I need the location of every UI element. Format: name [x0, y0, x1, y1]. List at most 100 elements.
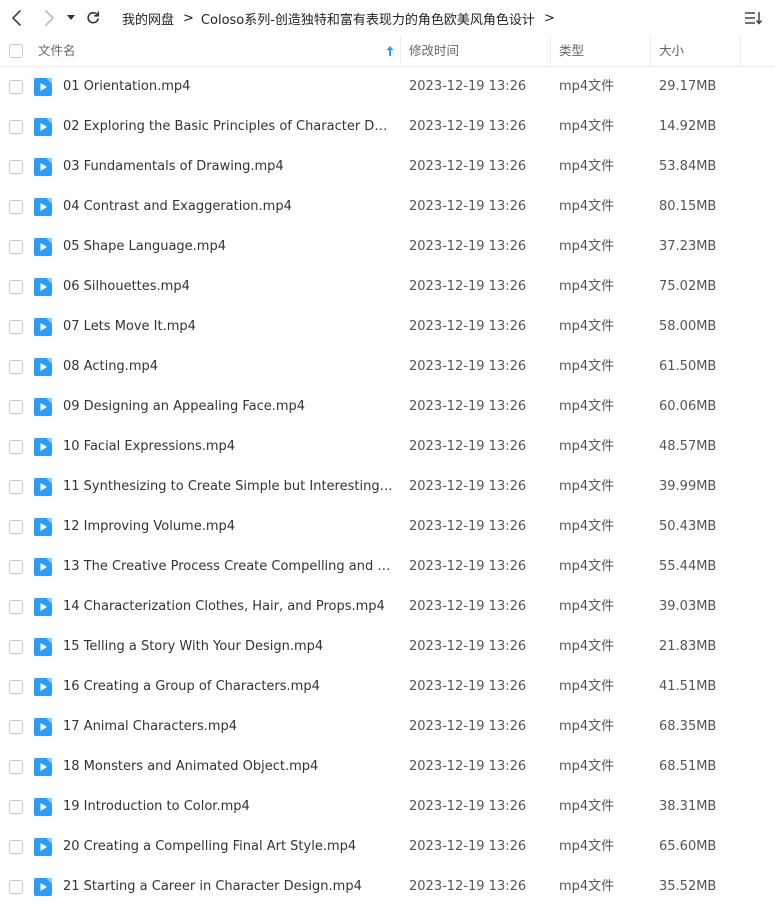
- file-modified-time: 2023-12-19 13:26: [409, 359, 527, 374]
- file-modified-time: 2023-12-19 13:26: [409, 279, 527, 294]
- file-size: 38.31MB: [659, 799, 717, 814]
- breadcrumb-item-current-folder[interactable]: Coloso系列-创造独特和富有表现力的角色欧美风角色设计: [201, 9, 535, 28]
- video-file-icon: [34, 358, 52, 376]
- file-name[interactable]: 06 Silhouettes.mp4: [63, 267, 393, 307]
- row-checkbox[interactable]: [9, 560, 23, 574]
- row-checkbox[interactable]: [9, 160, 23, 174]
- row-checkbox[interactable]: [9, 480, 23, 494]
- video-file-icon: [34, 518, 52, 536]
- file-row[interactable]: 08 Acting.mp4 2023-12-19 13:26 mp4文件 61.50M…: [0, 347, 775, 387]
- back-button[interactable]: [6, 0, 28, 36]
- row-checkbox[interactable]: [9, 200, 23, 214]
- file-row[interactable]: 12 Improving Volume.mp4 2023-12-19 13:26 m…: [0, 507, 775, 547]
- file-row[interactable]: 16 Creating a Group of Characters.mp4 202…: [0, 667, 775, 707]
- file-row[interactable]: 11 Synthesizing to Create Simple but Int…: [0, 467, 775, 507]
- file-name[interactable]: 01 Orientation.mp4: [63, 67, 393, 107]
- row-checkbox[interactable]: [9, 440, 23, 454]
- row-checkbox[interactable]: [9, 880, 23, 894]
- file-row[interactable]: 05 Shape Language.mp4 2023-12-19 13:26 mp4…: [0, 227, 775, 267]
- file-row[interactable]: 02 Exploring the Basic Principles of Cha…: [0, 107, 775, 147]
- row-checkbox[interactable]: [9, 760, 23, 774]
- file-name[interactable]: 12 Improving Volume.mp4: [63, 507, 393, 547]
- file-size: 61.50MB: [659, 359, 717, 374]
- video-file-icon: [34, 558, 52, 576]
- video-file-icon: [34, 198, 52, 216]
- file-name[interactable]: 17 Animal Characters.mp4: [63, 707, 393, 747]
- file-name[interactable]: 05 Shape Language.mp4: [63, 227, 393, 267]
- file-name[interactable]: 03 Fundamentals of Drawing.mp4: [63, 147, 393, 187]
- column-divider: [740, 36, 741, 66]
- file-name[interactable]: 20 Creating a Compelling Final Art Style…: [63, 827, 393, 867]
- file-name[interactable]: 07 Lets Move It.mp4: [63, 307, 393, 347]
- file-name[interactable]: 16 Creating a Group of Characters.mp4: [63, 667, 393, 707]
- file-name[interactable]: 15 Telling a Story With Your Design.mp4: [63, 627, 393, 667]
- file-row[interactable]: 07 Lets Move It.mp4 2023-12-19 13:26 mp4文件…: [0, 307, 775, 347]
- file-row[interactable]: 09 Designing an Appealing Face.mp4 2023-1…: [0, 387, 775, 427]
- file-row[interactable]: 17 Animal Characters.mp4 2023-12-19 13:26…: [0, 707, 775, 747]
- file-row[interactable]: 15 Telling a Story With Your Design.mp4 2…: [0, 627, 775, 667]
- row-checkbox[interactable]: [9, 840, 23, 854]
- row-checkbox[interactable]: [9, 280, 23, 294]
- column-header-name[interactable]: 文件名: [38, 36, 76, 66]
- file-row[interactable]: 20 Creating a Compelling Final Art Style…: [0, 827, 775, 867]
- file-type: mp4文件: [559, 479, 615, 494]
- file-name[interactable]: 21 Starting a Career in Character Design…: [63, 867, 393, 907]
- file-row[interactable]: 21 Starting a Career in Character Design…: [0, 867, 775, 907]
- file-modified-time: 2023-12-19 13:26: [409, 559, 527, 574]
- file-name[interactable]: 11 Synthesizing to Create Simple but Int…: [63, 467, 393, 507]
- file-row[interactable]: 06 Silhouettes.mp4 2023-12-19 13:26 mp4文件 7…: [0, 267, 775, 307]
- file-row[interactable]: 04 Contrast and Exaggeration.mp4 2023-12-…: [0, 187, 775, 227]
- file-name[interactable]: 18 Monsters and Animated Object.mp4: [63, 747, 393, 787]
- file-name[interactable]: 08 Acting.mp4: [63, 347, 393, 387]
- file-row[interactable]: 18 Monsters and Animated Object.mp4 2023-…: [0, 747, 775, 787]
- file-size: 80.15MB: [659, 199, 717, 214]
- file-name[interactable]: 04 Contrast and Exaggeration.mp4: [63, 187, 393, 227]
- row-checkbox[interactable]: [9, 360, 23, 374]
- file-row[interactable]: 01 Orientation.mp4 2023-12-19 13:26 mp4文件 2…: [0, 67, 775, 107]
- file-row[interactable]: 13 The Creative Process Create Compellin…: [0, 547, 775, 587]
- file-type: mp4文件: [559, 319, 615, 334]
- file-row[interactable]: 03 Fundamentals of Drawing.mp4 2023-12-19…: [0, 147, 775, 187]
- select-all-checkbox[interactable]: [9, 44, 23, 58]
- row-checkbox[interactable]: [9, 680, 23, 694]
- breadcrumb-item-root[interactable]: 我的网盘: [122, 9, 174, 28]
- row-checkbox[interactable]: [9, 720, 23, 734]
- history-dropdown-button[interactable]: [64, 0, 78, 36]
- column-header-type[interactable]: 类型: [559, 36, 584, 66]
- file-size: 50.43MB: [659, 519, 717, 534]
- file-name[interactable]: 02 Exploring the Basic Principles of Cha…: [63, 107, 393, 147]
- row-checkbox[interactable]: [9, 400, 23, 414]
- file-name[interactable]: 09 Designing an Appealing Face.mp4: [63, 387, 393, 427]
- file-type: mp4文件: [559, 799, 615, 814]
- view-mode-button[interactable]: [743, 8, 763, 28]
- refresh-button[interactable]: [82, 0, 104, 36]
- chevron-left-icon: [12, 10, 21, 26]
- row-checkbox[interactable]: [9, 800, 23, 814]
- forward-button[interactable]: [38, 0, 60, 36]
- row-checkbox[interactable]: [9, 320, 23, 334]
- file-size: 55.44MB: [659, 559, 717, 574]
- file-row[interactable]: 14 Characterization Clothes, Hair, and P…: [0, 587, 775, 627]
- row-checkbox[interactable]: [9, 80, 23, 94]
- column-header-size[interactable]: 大小: [659, 36, 684, 66]
- row-checkbox[interactable]: [9, 120, 23, 134]
- file-modified-time: 2023-12-19 13:26: [409, 679, 527, 694]
- file-name[interactable]: 10 Facial Expressions.mp4: [63, 427, 393, 467]
- file-row[interactable]: 19 Introduction to Color.mp4 2023-12-19 1…: [0, 787, 775, 827]
- file-name[interactable]: 19 Introduction to Color.mp4: [63, 787, 393, 827]
- file-name[interactable]: 13 The Creative Process Create Compellin…: [63, 547, 393, 587]
- breadcrumb-expand-separator[interactable]: >: [544, 11, 555, 26]
- file-row[interactable]: 10 Facial Expressions.mp4 2023-12-19 13:2…: [0, 427, 775, 467]
- row-checkbox[interactable]: [9, 240, 23, 254]
- file-modified-time: 2023-12-19 13:26: [409, 159, 527, 174]
- file-size: 58.00MB: [659, 319, 717, 334]
- file-modified-time: 2023-12-19 13:26: [409, 599, 527, 614]
- row-checkbox[interactable]: [9, 600, 23, 614]
- file-modified-time: 2023-12-19 13:26: [409, 519, 527, 534]
- row-checkbox[interactable]: [9, 640, 23, 654]
- video-file-icon: [34, 78, 52, 96]
- sort-ascending-icon[interactable]: [385, 45, 395, 57]
- file-name[interactable]: 14 Characterization Clothes, Hair, and P…: [63, 587, 393, 627]
- column-header-modified[interactable]: 修改时间: [409, 36, 459, 66]
- row-checkbox[interactable]: [9, 520, 23, 534]
